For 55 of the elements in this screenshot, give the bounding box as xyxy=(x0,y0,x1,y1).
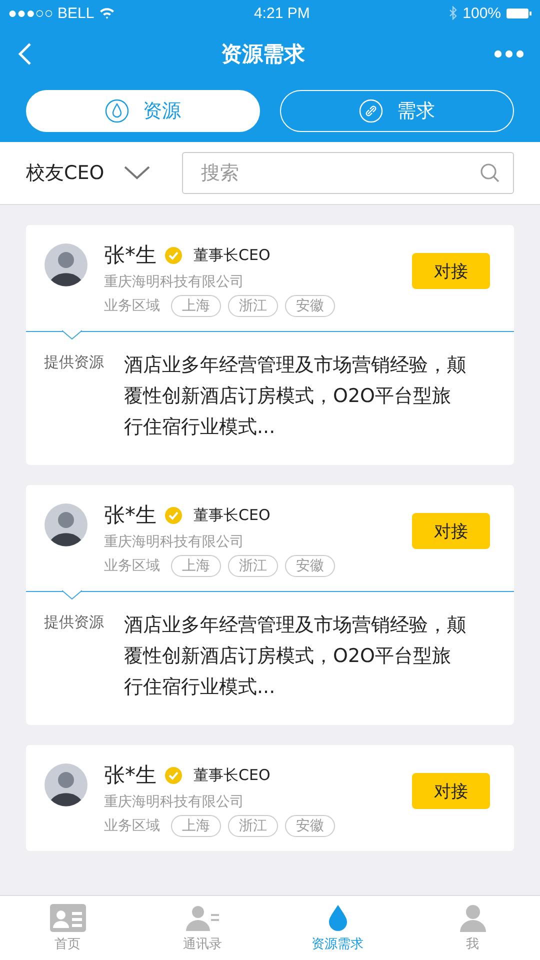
resource-description: 酒店业多年经营管理及市场营销经验，颠覆性创新酒店订房模式，O2O平台型旅行住宿行业模式... xyxy=(124,353,467,440)
tab-bar-item[interactable]: 资源需求 xyxy=(270,896,405,960)
status-time: 4:21 PM xyxy=(254,4,310,22)
tab-bar-item[interactable]: 首页 xyxy=(0,896,135,960)
person-name: 张*生 xyxy=(104,762,156,789)
back-icon[interactable] xyxy=(18,42,32,66)
person-name: 张*生 xyxy=(104,242,156,269)
person-name: 张*生 xyxy=(104,502,156,529)
battery-icon xyxy=(506,8,532,18)
carrier-signal: ●●●○○ BELL xyxy=(8,4,94,22)
job-title: 董事长CEO xyxy=(194,246,270,264)
avatar-icon xyxy=(44,763,88,807)
company-name: 重庆海明科技有限公司 xyxy=(104,533,245,551)
segment-tab[interactable]: 资源 xyxy=(26,90,260,132)
company-name: 重庆海明科技有限公司 xyxy=(104,273,245,291)
drop-icon xyxy=(105,99,129,123)
company-name: 重庆海明科技有限公司 xyxy=(104,793,245,811)
resource-label: 提供资源 xyxy=(44,352,104,373)
avatar-icon xyxy=(44,243,88,287)
region-label: 业务区域 xyxy=(104,817,160,835)
region-tag: 上海 xyxy=(171,555,221,577)
region-tag: 安徽 xyxy=(285,555,335,577)
job-title: 董事长CEO xyxy=(194,766,270,784)
chevron-down-icon xyxy=(124,166,150,180)
wifi-icon xyxy=(99,7,116,19)
region-tag: 浙江 xyxy=(228,815,278,837)
job-title: 董事长CEO xyxy=(194,506,270,524)
connect-button[interactable]: 对接 xyxy=(412,253,490,289)
segment-tab[interactable]: 需求 xyxy=(280,90,514,132)
region-tag: 上海 xyxy=(171,815,221,837)
contacts-icon xyxy=(184,904,220,932)
region-tag: 安徽 xyxy=(285,295,335,317)
bluetooth-icon xyxy=(448,6,458,20)
id-card-icon xyxy=(50,904,86,932)
region-tag: 安徽 xyxy=(285,815,335,837)
page-title: 资源需求 xyxy=(221,41,305,68)
connect-button[interactable]: 对接 xyxy=(412,773,490,809)
region-label: 业务区域 xyxy=(104,297,160,315)
battery-percent: 100% xyxy=(462,4,502,22)
search-icon xyxy=(480,163,500,183)
tab-bar-item[interactable]: 通讯录 xyxy=(135,896,270,960)
search-field[interactable]: 搜索 xyxy=(182,152,514,194)
region-tag: 浙江 xyxy=(228,295,278,317)
more-icon[interactable] xyxy=(494,50,524,58)
region-tag: 浙江 xyxy=(228,555,278,577)
person-icon xyxy=(458,904,488,932)
resource-label: 提供资源 xyxy=(44,612,104,633)
region-tag: 上海 xyxy=(171,295,221,317)
resource-description: 酒店业多年经营管理及市场营销经验，颠覆性创新酒店订房模式，O2O平台型旅行住宿行业模式... xyxy=(124,613,467,700)
region-label: 业务区域 xyxy=(104,557,160,575)
link-icon xyxy=(359,99,383,123)
category-dropdown[interactable]: 校友CEO xyxy=(26,160,160,186)
tab-bar-item[interactable]: 我 xyxy=(405,896,540,960)
connect-button[interactable]: 对接 xyxy=(412,513,490,549)
avatar-icon xyxy=(44,503,88,547)
